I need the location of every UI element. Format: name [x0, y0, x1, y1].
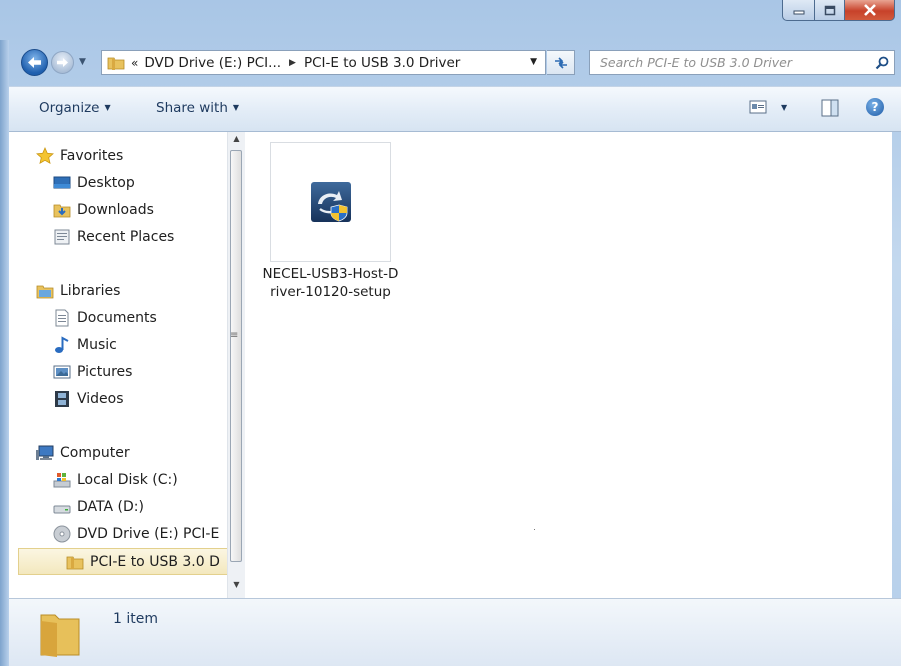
nav-local-disk-c[interactable]: Local Disk (C:) [53, 468, 178, 492]
nav-videos[interactable]: Videos [53, 387, 124, 411]
nav-documents[interactable]: Documents [53, 306, 157, 330]
music-note-icon [55, 336, 69, 353]
nav-dvd-drive-e-label: DVD Drive (E:) PCI-E [77, 526, 220, 542]
folder-icon [66, 556, 84, 569]
preview-pane-icon [821, 99, 839, 117]
document-icon [55, 309, 69, 327]
preview-pane-button[interactable] [821, 99, 839, 121]
share-with-menu[interactable]: Share with ▼ [156, 100, 239, 116]
address-row: ▼ « DVD Drive (E:) PCI... ▶ PCI-E to USB… [9, 46, 895, 78]
hard-drive-icon [53, 505, 71, 514]
pictures-icon [53, 365, 71, 379]
dvd-disc-icon [53, 525, 71, 543]
nav-pci-e-usb-folder[interactable]: PCI-E to USB 3.0 D [18, 548, 230, 575]
refresh-icon [554, 56, 567, 69]
close-button[interactable] [845, 0, 895, 21]
nav-recent-places-label: Recent Places [77, 229, 175, 245]
refresh-button[interactable] [547, 50, 575, 75]
nav-data-d[interactable]: DATA (D:) [53, 495, 144, 519]
nav-favorites-label: Favorites [60, 148, 124, 164]
file-name: NECEL-USB3-Host-Driver-10120-setup [262, 266, 399, 300]
nav-desktop[interactable]: Desktop [53, 171, 135, 195]
change-view-button[interactable]: ▼ [749, 100, 787, 114]
nav-documents-label: Documents [77, 310, 157, 326]
nav-scrollbar[interactable]: ▲ ≡ ▼ [227, 132, 245, 598]
share-with-label: Share with [156, 100, 228, 116]
nav-computer-label: Computer [60, 445, 130, 461]
file-item[interactable]: NECEL-USB3-Host-Driver-10120-setup [263, 142, 398, 322]
views-icon [749, 100, 767, 114]
folder-icon [40, 614, 80, 657]
caption-buttons [782, 0, 895, 22]
nav-downloads-label: Downloads [77, 202, 154, 218]
computer-icon [36, 445, 54, 460]
organize-label: Organize [39, 100, 100, 116]
back-button[interactable] [21, 49, 48, 76]
nav-music[interactable]: Music [53, 333, 117, 357]
file-list: NECEL-USB3-Host-Driver-10120-setup [246, 132, 892, 598]
downloads-folder-icon [53, 204, 71, 218]
desktop-icon [53, 176, 71, 189]
forward-button[interactable] [51, 51, 74, 74]
breadcrumb-arrow-icon[interactable]: ▶ [289, 58, 296, 68]
chevron-down-icon[interactable]: ▼ [781, 103, 787, 112]
search-input[interactable] [598, 54, 873, 71]
star-icon [36, 147, 54, 165]
item-count: 1 item [113, 611, 158, 627]
window-frame [0, 40, 9, 666]
scroll-up-arrow-icon[interactable]: ▲ [228, 134, 245, 148]
scroll-thumb[interactable] [230, 150, 242, 562]
nav-pci-e-usb-label: PCI-E to USB 3.0 D [90, 553, 220, 570]
nav-videos-label: Videos [77, 391, 124, 407]
search-icon[interactable] [873, 54, 891, 72]
nav-local-disk-c-label: Local Disk (C:) [77, 472, 178, 488]
nav-dvd-drive-e[interactable]: DVD Drive (E:) PCI-E [53, 522, 219, 546]
nav-computer[interactable]: Computer [36, 441, 130, 465]
help-icon: ? [871, 100, 879, 114]
nav-desktop-label: Desktop [77, 175, 135, 191]
file-thumbnail[interactable] [270, 142, 391, 262]
libraries-icon [36, 285, 54, 299]
nav-pictures[interactable]: Pictures [53, 360, 132, 384]
nav-music-label: Music [77, 337, 117, 353]
address-dropdown[interactable]: ▼ [530, 57, 537, 67]
navigation-pane: Favorites Desktop Downloads Recent Place… [9, 132, 246, 598]
organize-menu[interactable]: Organize ▼ [39, 100, 111, 116]
breadcrumb-current-folder[interactable]: PCI-E to USB 3.0 Driver [304, 55, 460, 71]
close-icon [863, 4, 876, 16]
folder-icon [107, 57, 125, 70]
arrow-right-icon [57, 58, 68, 67]
windows-drive-icon [53, 473, 71, 488]
address-bar[interactable]: « DVD Drive (E:) PCI... ▶ PCI-E to USB 3… [101, 50, 546, 75]
details-pane: 1 item [9, 598, 901, 666]
nav-libraries[interactable]: Libraries [36, 279, 120, 303]
command-bar: Organize ▼ Share with ▼ ▼ ? [9, 86, 901, 132]
maximize-button[interactable] [815, 0, 845, 21]
scroll-down-arrow-icon[interactable]: ▼ [228, 580, 245, 594]
scroll-grip-icon: ≡ [230, 330, 239, 341]
nav-favorites[interactable]: Favorites [36, 144, 123, 168]
arrow-left-icon [28, 57, 41, 68]
recent-places-icon [54, 229, 70, 245]
breadcrumb-dvd-drive[interactable]: DVD Drive (E:) PCI... [144, 55, 281, 71]
stray-dot [534, 529, 535, 530]
minimize-button[interactable] [782, 0, 815, 21]
nav-downloads[interactable]: Downloads [53, 198, 154, 222]
nav-recent-places[interactable]: Recent Places [53, 225, 174, 249]
explorer-window: ▼ « DVD Drive (E:) PCI... ▶ PCI-E to USB… [0, 0, 901, 666]
nav-data-d-label: DATA (D:) [77, 499, 144, 515]
setup-shield-icon [310, 182, 351, 222]
search-box[interactable] [589, 50, 895, 75]
nav-libraries-label: Libraries [60, 283, 121, 299]
minimize-icon [793, 10, 804, 15]
address-overflow[interactable]: « [131, 56, 138, 70]
chevron-down-icon: ▼ [104, 103, 111, 112]
help-button[interactable]: ? [866, 98, 884, 116]
maximize-icon [824, 5, 835, 15]
chevron-down-icon: ▼ [232, 103, 240, 112]
nav-pictures-label: Pictures [77, 364, 133, 380]
recent-pages-dropdown[interactable]: ▼ [79, 57, 86, 67]
film-icon [55, 391, 69, 407]
